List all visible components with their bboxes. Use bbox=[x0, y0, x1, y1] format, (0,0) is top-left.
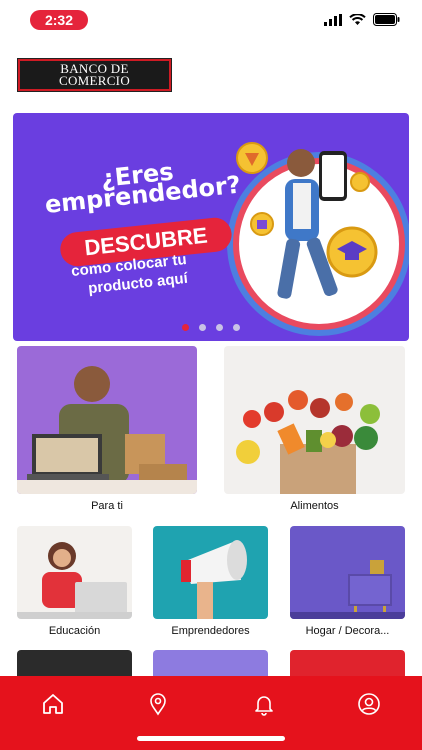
location-pin-icon[interactable] bbox=[146, 692, 170, 716]
status-icons bbox=[324, 13, 400, 26]
category-image bbox=[17, 526, 132, 619]
promo-banner[interactable]: ¿Eres emprendedor? DESCUBRE como colocar… bbox=[13, 113, 409, 341]
coin-shirt-icon bbox=[250, 212, 274, 236]
status-bar: 2:32 bbox=[0, 0, 422, 40]
coin-small-icon bbox=[350, 172, 370, 192]
category-card-emprendedores[interactable]: Emprendedores bbox=[153, 526, 268, 637]
category-card-alimentos[interactable]: Alimentos bbox=[224, 346, 405, 512]
category-label: Alimentos bbox=[290, 500, 339, 512]
user-icon[interactable] bbox=[357, 692, 381, 716]
battery-icon bbox=[373, 13, 400, 26]
carousel-dot[interactable] bbox=[199, 324, 206, 331]
category-image bbox=[224, 346, 405, 494]
category-label: Educación bbox=[48, 625, 101, 637]
category-image bbox=[153, 526, 268, 619]
bell-icon[interactable] bbox=[252, 692, 276, 716]
home-icon[interactable] bbox=[41, 692, 65, 716]
bank-logo: BANCO DE COMERCIO bbox=[17, 58, 172, 92]
wifi-icon bbox=[349, 13, 366, 25]
signal-icon bbox=[324, 13, 342, 26]
home-indicator bbox=[137, 736, 285, 741]
coin-pizza-icon bbox=[236, 142, 268, 174]
carousel-dot[interactable] bbox=[182, 324, 189, 331]
category-card-para-ti[interactable]: Para ti bbox=[17, 346, 197, 512]
groceries-illustration bbox=[236, 390, 380, 494]
category-label: Hogar / Decora... bbox=[305, 625, 390, 637]
category-image bbox=[17, 346, 197, 494]
status-time: 2:32 bbox=[30, 10, 88, 30]
megaphone-illustration bbox=[181, 540, 247, 619]
category-card-hogar[interactable]: Hogar / Decora... bbox=[290, 526, 405, 637]
carousel-dots bbox=[13, 324, 409, 331]
carousel-dot[interactable] bbox=[216, 324, 223, 331]
category-image bbox=[290, 526, 405, 619]
person-laptop-illustration bbox=[17, 366, 197, 494]
coin-cap-icon bbox=[326, 226, 378, 278]
student-laptop-illustration bbox=[17, 542, 132, 619]
category-label: Emprendedores bbox=[171, 625, 250, 637]
furniture-illustration bbox=[290, 560, 405, 619]
logo-line-2: COMERCIO bbox=[58, 73, 131, 88]
carousel-dot[interactable] bbox=[233, 324, 240, 331]
category-label: Para ti bbox=[91, 500, 123, 512]
category-card-educacion[interactable]: Educación bbox=[17, 526, 132, 637]
